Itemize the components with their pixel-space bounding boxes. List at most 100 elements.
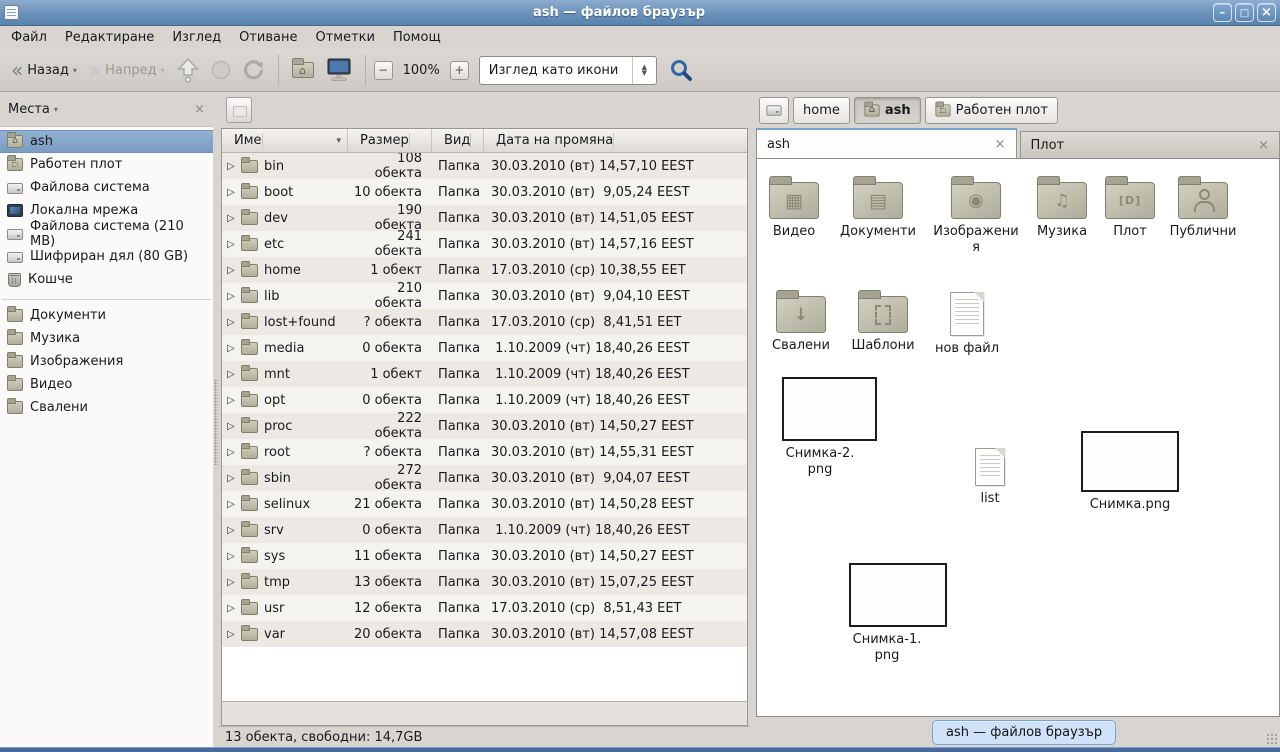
table-row[interactable]: boot 10 обекта Папка 30.03.2010 (вт) 9,0… bbox=[222, 179, 747, 205]
window-titlebar[interactable]: ash — файлов браузър bbox=[0, 0, 1280, 26]
table-row[interactable]: home 1 обект Папка 17.03.2010 (ср) 10,38… bbox=[222, 257, 747, 283]
icon-cell[interactable]: Снимка-1.png bbox=[849, 563, 925, 665]
icon-cell[interactable]: Снимка-2.png bbox=[782, 377, 858, 479]
tab-close-icon[interactable] bbox=[1258, 138, 1269, 153]
table-row[interactable]: srv 0 обекта Папка 1.10.2009 (чт) 18,40,… bbox=[222, 517, 747, 543]
menu-item[interactable]: Отиване bbox=[230, 28, 306, 47]
expander-icon[interactable] bbox=[227, 525, 241, 536]
sidebar-item[interactable]: Свалени bbox=[0, 396, 213, 419]
table-row[interactable]: bin 108 обекта Папка 30.03.2010 (вт) 14,… bbox=[222, 153, 747, 179]
expander-icon[interactable] bbox=[227, 447, 241, 458]
expander-icon[interactable] bbox=[227, 421, 241, 432]
back-button[interactable]: « Назад ▾ bbox=[6, 59, 82, 82]
sidebar-title-select[interactable]: Места ▾ bbox=[8, 102, 58, 117]
sidebar-item[interactable]: Шифриран дял (80 GB) bbox=[0, 245, 213, 268]
expander-icon[interactable] bbox=[227, 161, 241, 172]
back-dropdown-icon[interactable]: ▾ bbox=[73, 66, 77, 75]
reload-button[interactable] bbox=[238, 55, 270, 85]
sidebar-item[interactable]: Кошче bbox=[0, 268, 213, 291]
table-row[interactable]: selinux 21 обекта Папка 30.03.2010 (вт) … bbox=[222, 491, 747, 517]
stop-button[interactable] bbox=[206, 56, 236, 84]
icon-view[interactable]: Видео Документи bbox=[756, 158, 1280, 717]
column-header-name[interactable]: Име ▾ bbox=[222, 129, 348, 152]
maximize-button[interactable] bbox=[1235, 3, 1254, 22]
sidebar-item[interactable]: Музика bbox=[0, 327, 213, 350]
close-button[interactable] bbox=[1257, 3, 1276, 22]
table-row[interactable]: media 0 обекта Папка 1.10.2009 (чт) 18,4… bbox=[222, 335, 747, 361]
resize-grip[interactable] bbox=[1266, 733, 1279, 746]
expander-icon[interactable] bbox=[227, 499, 241, 510]
minimize-button[interactable] bbox=[1213, 3, 1232, 22]
view-mode-select[interactable]: Изглед като икони ▲▼ bbox=[479, 56, 657, 85]
icon-cell[interactable]: Изображения bbox=[932, 173, 1020, 257]
expander-icon[interactable] bbox=[227, 317, 241, 328]
menu-item[interactable]: Редактиране bbox=[56, 28, 163, 47]
icon-cell[interactable]: Снимка.png bbox=[1080, 431, 1180, 513]
expander-icon[interactable] bbox=[227, 369, 241, 380]
expander-icon[interactable] bbox=[227, 239, 241, 250]
icon-cell[interactable]: Публични bbox=[1155, 173, 1251, 240]
table-row[interactable]: opt 0 обекта Папка 1.10.2009 (чт) 18,40,… bbox=[222, 387, 747, 413]
home-button[interactable] bbox=[287, 58, 319, 82]
table-row[interactable]: lost+found ? обекта Папка 17.03.2010 (ср… bbox=[222, 309, 747, 335]
up-button[interactable] bbox=[172, 53, 204, 87]
expander-icon[interactable] bbox=[227, 551, 241, 562]
tree-pane-button[interactable] bbox=[226, 97, 252, 123]
table-row[interactable]: lib 210 обекта Папка 30.03.2010 (вт) 9,0… bbox=[222, 283, 747, 309]
zoom-out-button[interactable]: − bbox=[374, 61, 393, 80]
expander-icon[interactable] bbox=[227, 291, 241, 302]
breadcrumb-ash-button[interactable]: ash bbox=[854, 97, 921, 124]
table-row[interactable]: usr 12 обекта Папка 17.03.2010 (ср) 8,51… bbox=[222, 595, 747, 621]
sidebar-item[interactable]: Файлова система bbox=[0, 176, 213, 199]
table-row[interactable]: sbin 272 обекта Папка 30.03.2010 (вт) 9,… bbox=[222, 465, 747, 491]
taskbar-window-button[interactable]: ash — файлов браузър bbox=[932, 720, 1116, 745]
icon-cell[interactable]: Шаблони bbox=[835, 287, 931, 354]
table-row[interactable]: tmp 13 обекта Папка 30.03.2010 (вт) 15,0… bbox=[222, 569, 747, 595]
menu-item[interactable]: Помощ bbox=[384, 28, 450, 47]
table-row[interactable]: var 20 обекта Папка 30.03.2010 (вт) 14,5… bbox=[222, 621, 747, 647]
expander-icon[interactable] bbox=[227, 213, 241, 224]
table-row[interactable]: mnt 1 обект Папка 1.10.2009 (чт) 18,40,2… bbox=[222, 361, 747, 387]
menu-item[interactable]: Отметки bbox=[306, 28, 383, 47]
expander-icon[interactable] bbox=[227, 603, 241, 614]
table-row[interactable]: root ? обекта Папка 30.03.2010 (вт) 14,5… bbox=[222, 439, 747, 465]
breadcrumb-desktop-button[interactable]: Работен плот bbox=[925, 97, 1058, 124]
horizontal-scrollbar[interactable] bbox=[222, 701, 747, 725]
expander-icon[interactable] bbox=[227, 395, 241, 406]
expander-icon[interactable] bbox=[227, 577, 241, 588]
table-row[interactable]: etc 241 обекта Папка 30.03.2010 (вт) 14,… bbox=[222, 231, 747, 257]
breadcrumb-home-button[interactable]: home bbox=[793, 97, 850, 124]
expander-icon[interactable] bbox=[227, 187, 241, 198]
sidebar-item[interactable]: Документи bbox=[0, 304, 213, 327]
combo-spinner-icon[interactable]: ▲▼ bbox=[632, 57, 656, 84]
table-row[interactable]: proc 222 обекта Папка 30.03.2010 (вт) 14… bbox=[222, 413, 747, 439]
expander-icon[interactable] bbox=[227, 473, 241, 484]
table-row[interactable]: sys 11 обекта Папка 30.03.2010 (вт) 14,5… bbox=[222, 543, 747, 569]
column-header-date[interactable]: Дата на промяна bbox=[484, 129, 747, 152]
table-row[interactable]: dev 190 обекта Папка 30.03.2010 (вт) 14,… bbox=[222, 205, 747, 231]
breadcrumb-root-button[interactable] bbox=[759, 97, 789, 124]
sidebar-item[interactable]: Видео bbox=[0, 373, 213, 396]
icon-cell[interactable]: list bbox=[952, 443, 1028, 507]
sidebar-item[interactable]: Изображения bbox=[0, 350, 213, 373]
expander-icon[interactable] bbox=[227, 343, 241, 354]
column-header-type[interactable]: Вид bbox=[432, 129, 484, 152]
icon-cell[interactable]: Документи bbox=[830, 173, 926, 240]
menu-item[interactable]: Изглед bbox=[163, 28, 230, 47]
sidebar-item[interactable]: Файлова система (210 MB) bbox=[0, 222, 213, 245]
tab-ash[interactable]: ash bbox=[756, 128, 1017, 158]
column-header-size[interactable]: Размер bbox=[348, 129, 432, 152]
pane-resize-handle[interactable] bbox=[213, 92, 219, 747]
zoom-in-button[interactable]: + bbox=[450, 61, 469, 80]
expander-icon[interactable] bbox=[227, 265, 241, 276]
tab-plot[interactable]: Плот bbox=[1020, 131, 1280, 158]
sidebar-item[interactable]: Работен плот bbox=[0, 153, 213, 176]
sidebar-close-icon[interactable] bbox=[194, 102, 205, 117]
menu-item[interactable]: Файл bbox=[2, 28, 56, 47]
expander-icon[interactable] bbox=[227, 629, 241, 640]
sidebar-item[interactable]: ash bbox=[0, 130, 213, 153]
icon-cell[interactable]: нов файл bbox=[919, 287, 1015, 357]
tab-close-icon[interactable] bbox=[995, 137, 1006, 152]
computer-button[interactable] bbox=[321, 54, 357, 86]
search-button[interactable] bbox=[669, 58, 693, 82]
